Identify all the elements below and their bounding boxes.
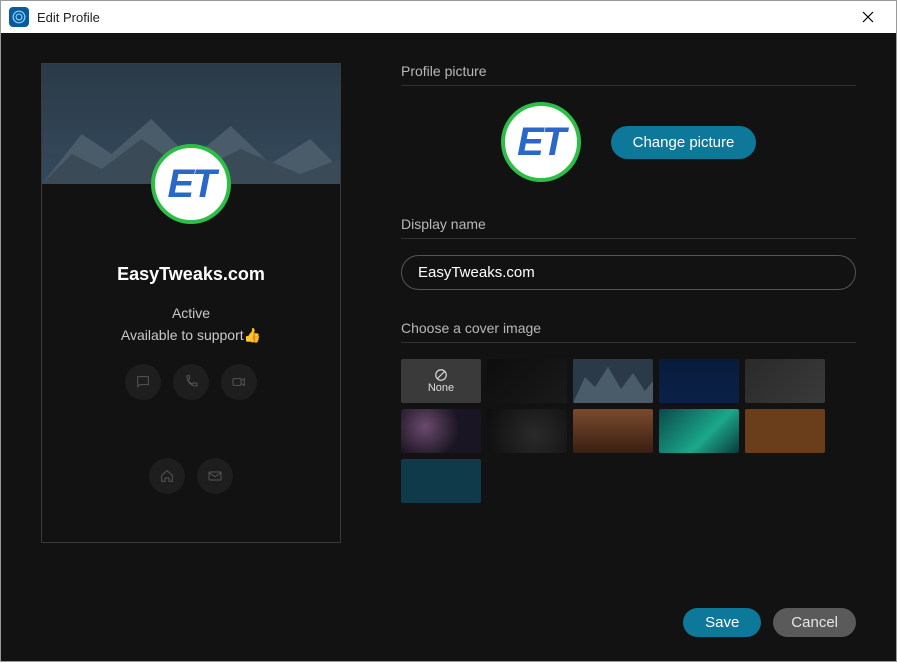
cover-image-label: Choose a cover image [401, 320, 856, 343]
profile-actions-secondary [149, 458, 233, 494]
home-button[interactable] [149, 458, 185, 494]
cover-option-aurora[interactable] [659, 409, 739, 453]
profile-bio: Available to support👍 [121, 327, 261, 344]
profile-display-name: EasyTweaks.com [117, 264, 265, 285]
mail-icon [207, 468, 223, 484]
cover-option-purple[interactable] [401, 409, 481, 453]
profile-picture-row: ET Change picture [401, 102, 856, 182]
form-avatar: ET [501, 102, 581, 182]
display-name-input[interactable] [401, 255, 856, 290]
form-avatar-text: ET [517, 120, 564, 165]
save-button[interactable]: Save [683, 608, 761, 637]
cover-option-desert[interactable] [573, 409, 653, 453]
window-title: Edit Profile [37, 10, 100, 25]
cover-option-teal[interactable] [401, 459, 481, 503]
cover-option-dark1[interactable] [487, 359, 567, 403]
window-close-button[interactable] [848, 1, 888, 33]
close-icon [862, 11, 874, 23]
cover-none-label: None [428, 382, 454, 394]
app-icon [9, 7, 29, 27]
phone-icon [183, 374, 199, 390]
chat-icon [135, 374, 151, 390]
avatar-text: ET [167, 162, 214, 207]
display-name-label: Display name [401, 216, 856, 239]
mountain-thumb-graphic [573, 359, 653, 403]
cover-option-navy[interactable] [659, 359, 739, 403]
video-button[interactable] [221, 364, 257, 400]
call-button[interactable] [173, 364, 209, 400]
cover-option-none[interactable]: None [401, 359, 481, 403]
dialog-footer: Save Cancel [41, 590, 856, 637]
profile-preview-card: ET EasyTweaks.com Active Available to su… [41, 63, 341, 543]
profile-picture-label: Profile picture [401, 63, 856, 86]
cover-image-grid: None [401, 359, 856, 503]
prohibit-icon [434, 368, 448, 382]
cover-option-dark2[interactable] [487, 409, 567, 453]
home-icon [159, 468, 175, 484]
cancel-button[interactable]: Cancel [773, 608, 856, 637]
profile-status: Active [172, 305, 210, 321]
chat-button[interactable] [125, 364, 161, 400]
profile-form: Profile picture ET Change picture Displa… [401, 63, 856, 590]
mail-button[interactable] [197, 458, 233, 494]
profile-actions-primary [125, 364, 257, 400]
change-picture-button[interactable]: Change picture [611, 126, 757, 159]
titlebar: Edit Profile [1, 1, 896, 33]
cover-option-grey1[interactable] [745, 359, 825, 403]
profile-avatar: ET [151, 144, 231, 224]
cover-option-mountain[interactable] [573, 359, 653, 403]
cover-option-brown[interactable] [745, 409, 825, 453]
video-icon [231, 374, 247, 390]
edit-profile-window: Edit Profile ET EasyTweaks.com Active [0, 0, 897, 662]
